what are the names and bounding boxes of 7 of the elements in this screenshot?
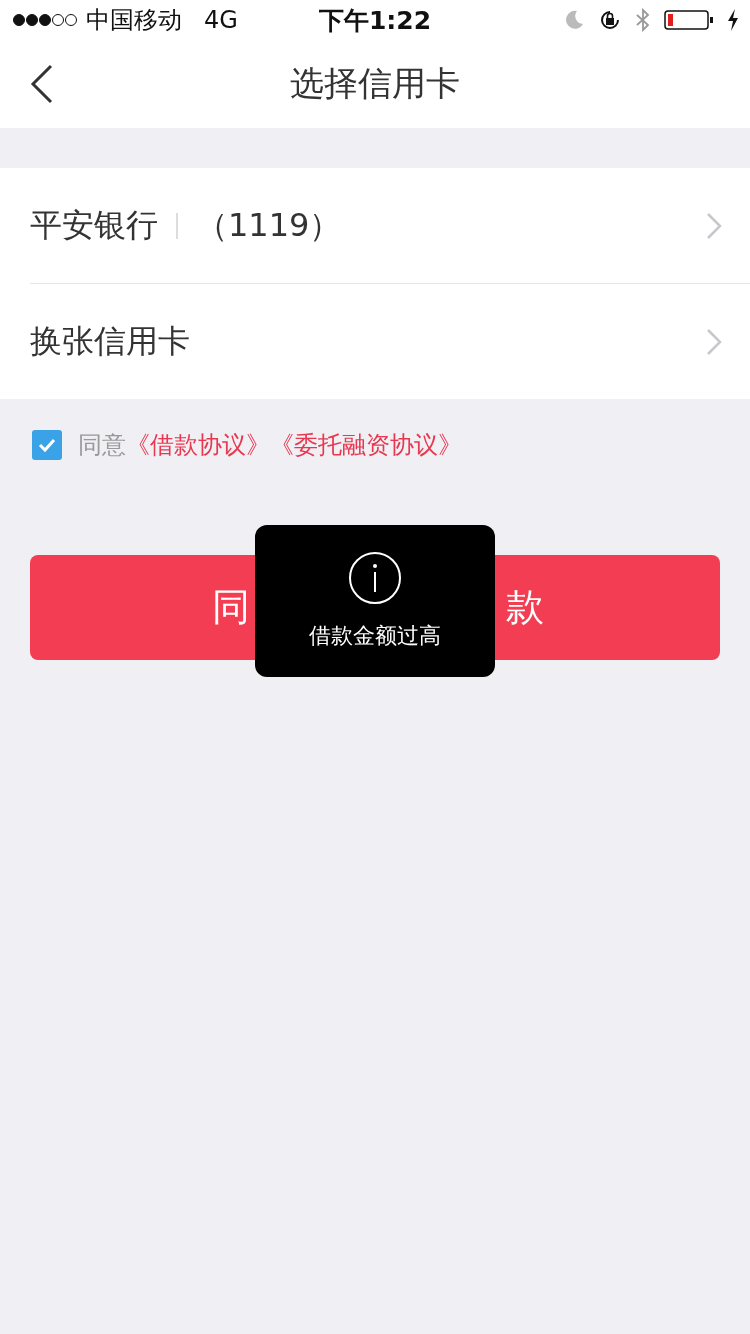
network-type: 4G	[204, 6, 238, 34]
agree-label: 同意	[78, 430, 126, 461]
page-title: 选择信用卡	[290, 62, 460, 105]
card-number: （1119）	[196, 204, 342, 246]
carrier-name: 中国移动	[86, 5, 182, 36]
clock-time: 下午1:22	[318, 4, 432, 37]
toast-message: 借款金额过高	[309, 622, 441, 650]
